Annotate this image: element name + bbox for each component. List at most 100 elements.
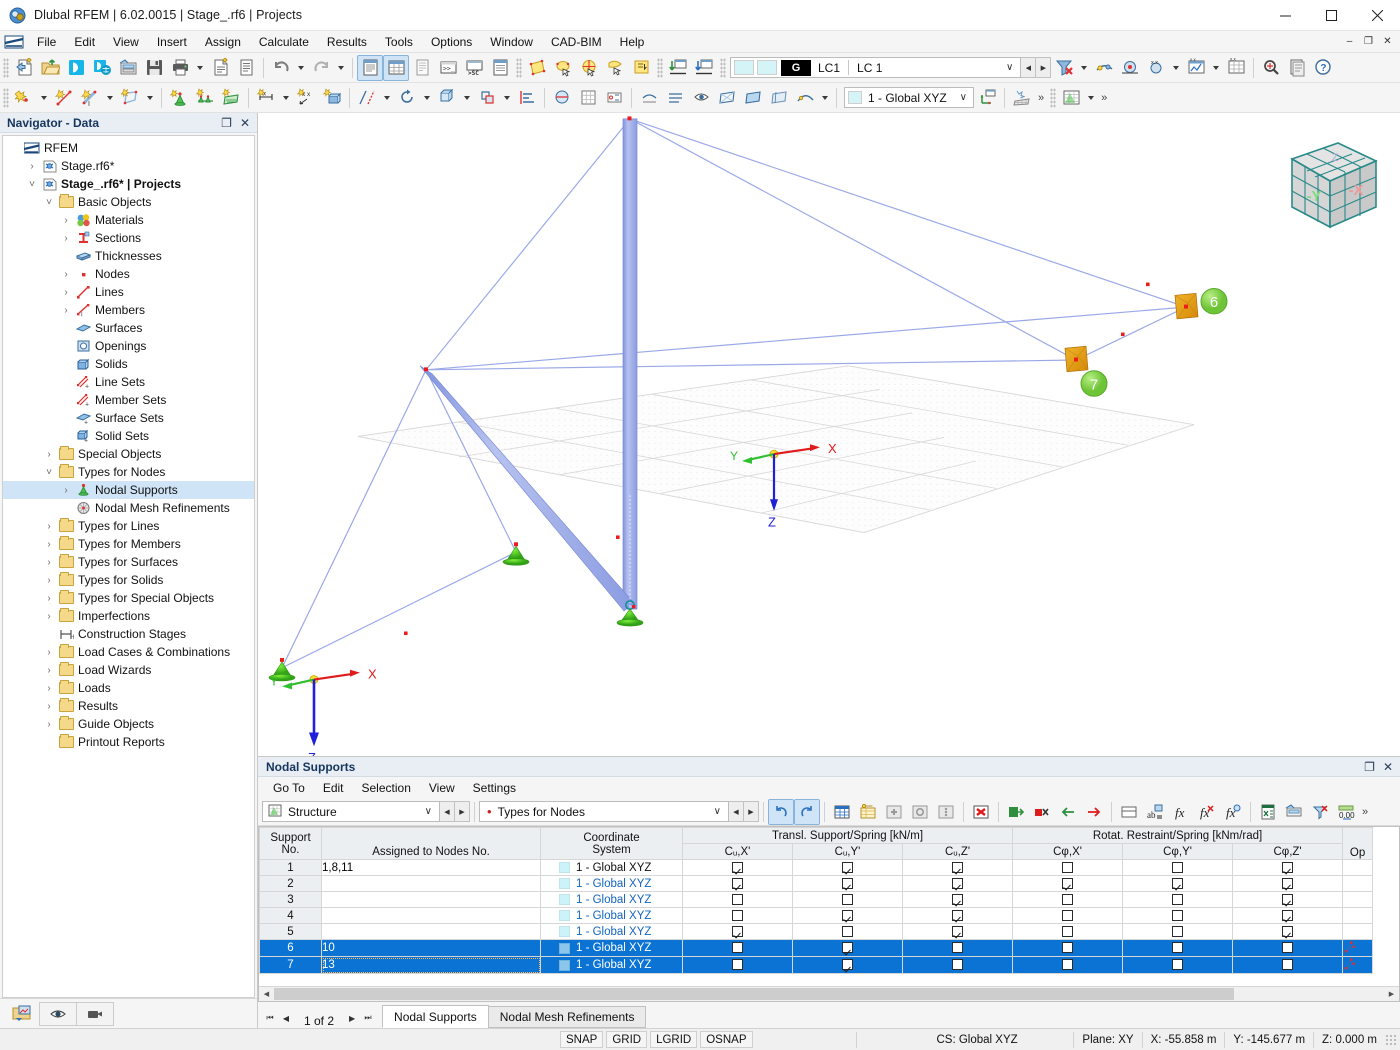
- edit-coordinate-system-icon[interactable]: [974, 85, 1000, 111]
- dlubal-center-icon[interactable]: [63, 55, 89, 81]
- expander-icon[interactable]: ›: [41, 611, 57, 622]
- undo-table-icon[interactable]: [768, 799, 794, 825]
- nav-item-types-for-solids[interactable]: ›Types for Solids: [3, 571, 254, 589]
- checkbox-cpz[interactable]: [1282, 959, 1293, 970]
- new-surface-icon[interactable]: [117, 85, 143, 111]
- cell-cpz-checkbox[interactable]: [1233, 908, 1343, 924]
- undo-dropdown-icon[interactable]: [294, 55, 308, 81]
- move-row-left-icon[interactable]: [1055, 799, 1081, 825]
- col-options[interactable]: Op: [1343, 828, 1373, 860]
- cell-cpy-checkbox[interactable]: [1123, 876, 1233, 892]
- model-viewport[interactable]: 6 7 X Y: [258, 113, 1400, 756]
- scale-dropdown-icon[interactable]: [500, 85, 514, 111]
- move-from-layer-icon[interactable]: [691, 55, 717, 81]
- rename-column-icon[interactable]: ab: [1142, 799, 1168, 825]
- dlubal-cloud-icon[interactable]: [89, 55, 115, 81]
- cell-cux-checkbox[interactable]: [683, 876, 793, 892]
- cell-cux-checkbox[interactable]: [683, 892, 793, 908]
- expander-icon[interactable]: ›: [41, 539, 57, 550]
- formula-delete-icon[interactable]: fx: [1194, 799, 1220, 825]
- nav-item-types-for-lines[interactable]: ›Types for Lines: [3, 517, 254, 535]
- menu-window[interactable]: Window: [481, 33, 542, 51]
- page-first-button[interactable]: ⏮: [262, 1008, 278, 1028]
- nav-item-surfaces[interactable]: Surfaces: [3, 319, 254, 337]
- cell-cux-checkbox[interactable]: [683, 908, 793, 924]
- cell-options[interactable]: [1343, 908, 1373, 924]
- col-assigned-nodes[interactable]: Assigned to Nodes No.: [322, 828, 541, 860]
- menu-edit[interactable]: Edit: [65, 33, 104, 51]
- coordinate-system-selector[interactable]: 1 - Global XYZ ∨: [844, 87, 974, 108]
- wireframe-icon[interactable]: [714, 85, 740, 111]
- undo-icon[interactable]: [268, 55, 294, 81]
- checkbox-cuz[interactable]: [952, 942, 963, 953]
- nav-item-stage-rf6-projects[interactable]: ˅Stage_.rf6* | Projects: [3, 175, 254, 193]
- delete-selected-rows-icon[interactable]: [1029, 799, 1055, 825]
- cell-assigned-nodes[interactable]: [322, 892, 541, 908]
- checkbox-cuy[interactable]: [842, 942, 853, 953]
- new-note-icon[interactable]: x x: [293, 85, 319, 111]
- new-surface-support-icon[interactable]: [218, 85, 244, 111]
- table-row[interactable]: 11,8,111 - Global XYZ: [260, 860, 1373, 876]
- cell-cpy-checkbox[interactable]: [1123, 908, 1233, 924]
- help-topics-icon[interactable]: ?: [1310, 55, 1336, 81]
- nav-item-imperfections[interactable]: ›Imperfections: [3, 607, 254, 625]
- col-coordinate-system[interactable]: Coordinate System: [541, 828, 683, 860]
- checkbox-cpx[interactable]: [1062, 942, 1073, 953]
- new-solid-icon[interactable]: [319, 85, 345, 111]
- nav-item-types-for-surfaces[interactable]: ›Types for Surfaces: [3, 553, 254, 571]
- open-model-icon[interactable]: [37, 55, 63, 81]
- move-row-right-icon[interactable]: [1081, 799, 1107, 825]
- cell-cpx-checkbox[interactable]: [1013, 924, 1123, 940]
- cell-options[interactable]: [1343, 876, 1373, 892]
- redo-table-icon[interactable]: [794, 799, 820, 825]
- nav-item-member-sets[interactable]: +Member Sets: [3, 391, 254, 409]
- expander-icon[interactable]: ›: [41, 647, 57, 658]
- minimize-button[interactable]: [1262, 0, 1308, 31]
- select-all-icon[interactable]: [576, 55, 602, 81]
- close-button[interactable]: [1354, 0, 1400, 31]
- checkbox-cux[interactable]: [732, 878, 743, 889]
- type-prev-button[interactable]: ◀: [729, 801, 744, 822]
- type-next-button[interactable]: ▶: [744, 801, 759, 822]
- cell-cuy-checkbox[interactable]: [793, 860, 903, 876]
- nav-item-types-for-members[interactable]: ›Types for Members: [3, 535, 254, 553]
- nav-item-surface-sets[interactable]: +Surface Sets: [3, 409, 254, 427]
- cell-cpx-checkbox[interactable]: [1013, 876, 1123, 892]
- cell-cpy-checkbox[interactable]: [1123, 940, 1233, 957]
- cell-cpz-checkbox[interactable]: [1233, 876, 1343, 892]
- checkbox-cpy[interactable]: [1172, 942, 1183, 953]
- toolbar2-grip[interactable]: [3, 88, 9, 108]
- cell-coordinate-system[interactable]: 1 - Global XYZ: [541, 957, 683, 974]
- checkbox-cuz[interactable]: [952, 959, 963, 970]
- cell-support-no[interactable]: 1: [260, 860, 322, 876]
- nav-item-line-sets[interactable]: +Line Sets: [3, 373, 254, 391]
- extrude-dropdown-icon[interactable]: [460, 85, 474, 111]
- expander-icon[interactable]: ›: [58, 287, 74, 298]
- object-type-selector[interactable]: Structure ∨: [262, 801, 440, 822]
- expander-icon[interactable]: ›: [58, 269, 74, 280]
- new-nodal-support-icon[interactable]: [166, 85, 192, 111]
- cell-cuy-checkbox[interactable]: [793, 876, 903, 892]
- view-style-icon[interactable]: [792, 85, 818, 111]
- node-dropdown-icon[interactable]: [37, 85, 51, 111]
- cell-cpx-checkbox[interactable]: [1013, 860, 1123, 876]
- toolbar-overflow-icon[interactable]: »: [1035, 92, 1047, 104]
- load-case-next-button[interactable]: ▶: [1036, 57, 1051, 78]
- checkbox-cuy[interactable]: [842, 910, 853, 921]
- checkbox-cpx[interactable]: [1062, 878, 1073, 889]
- expander-icon[interactable]: ›: [58, 485, 74, 496]
- menu-cad-bim[interactable]: CAD-BIM: [542, 33, 611, 51]
- new-member-icon[interactable]: I: [77, 85, 103, 111]
- object-next-button[interactable]: ▶: [455, 801, 470, 822]
- table-toggle-icon[interactable]: [1058, 85, 1084, 111]
- transparency-icon[interactable]: [766, 85, 792, 111]
- col-cpx[interactable]: Cφ,X': [1013, 844, 1123, 860]
- menu-insert[interactable]: Insert: [148, 33, 196, 51]
- show-table-icon[interactable]: [383, 55, 409, 81]
- show-values-icon[interactable]: x.x: [1143, 55, 1169, 81]
- checkbox-cpz[interactable]: [1282, 878, 1293, 889]
- rotate-dropdown-icon[interactable]: [420, 85, 434, 111]
- decimal-places-icon[interactable]: 0.00: [1333, 799, 1359, 825]
- table-close-icon[interactable]: ✕: [1383, 761, 1393, 773]
- list-view-icon[interactable]: [487, 55, 513, 81]
